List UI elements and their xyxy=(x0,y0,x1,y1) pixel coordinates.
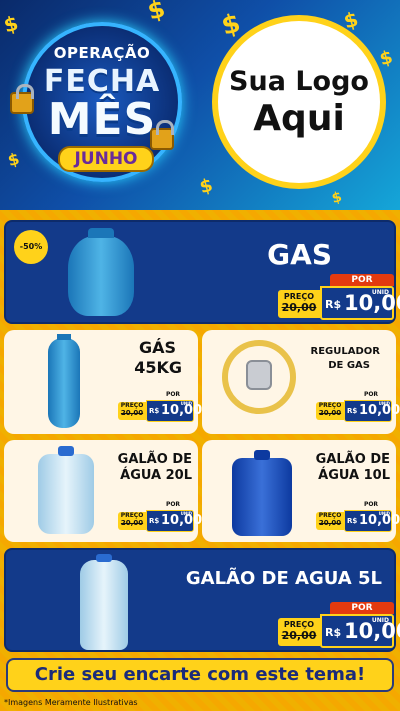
discount-badge: -50% xyxy=(14,230,48,264)
preco-label: PREÇO xyxy=(318,512,342,519)
unit-label: UNID xyxy=(180,401,192,406)
preco-label: PREÇO xyxy=(283,292,315,301)
price-new-box: R$ 10,00 UNID xyxy=(320,614,400,648)
price-new-box: R$ 10,00 UNID xyxy=(344,510,400,532)
currency-symbol: R$ xyxy=(347,407,358,415)
product-title: GAS xyxy=(267,238,332,271)
product-title-line1: GALÃO DE xyxy=(315,452,390,467)
currency-symbol: R$ xyxy=(347,517,358,525)
dollar-icon: $ xyxy=(377,46,396,71)
price-old-box: PREÇO 20,00 xyxy=(278,618,320,646)
old-price: 20,00 xyxy=(281,629,317,642)
price-old-box: PREÇO 20,00 xyxy=(316,402,344,420)
disclaimer-text: *Imagens Meramente Ilustrativas xyxy=(4,698,138,707)
unit-label: UNID xyxy=(378,511,390,516)
your-logo-placeholder: Sua Logo Aqui xyxy=(212,15,386,189)
product-card-galao-20l: GALÃO DE ÁGUA 20L POR PREÇO 20,00 R$ 10,… xyxy=(4,440,202,542)
unit-label: UNID xyxy=(371,289,389,296)
price-new-box: R$ 10,00 UNID xyxy=(146,400,202,422)
currency-symbol: R$ xyxy=(325,298,342,311)
product-title-line2: DE GAS xyxy=(328,360,370,371)
preco-label: PREÇO xyxy=(318,402,342,409)
product-card-galao-10l: GALÃO DE ÁGUA 10L POR PREÇO 20,00 R$ 10,… xyxy=(202,440,400,542)
water-jug-10l-image xyxy=(232,450,292,536)
product-title-line1: REGULADOR xyxy=(310,346,380,357)
campaign-badge: OPERAÇÃO FECHA MÊS JUNHO xyxy=(22,22,182,182)
currency-symbol: R$ xyxy=(149,407,160,415)
price-tag: POR PREÇO 20,00 R$ 10,00 UNID xyxy=(278,602,400,648)
dollar-icon: $ xyxy=(5,148,22,171)
price-new-box: R$ 10,00 UNID xyxy=(146,510,202,532)
price-old-box: PREÇO 20,00 xyxy=(118,512,146,530)
product-title: GALÃO DE AGUA 5L xyxy=(185,568,382,589)
price-old-box: PREÇO 20,00 xyxy=(316,512,344,530)
gas-45kg-cylinder-image xyxy=(48,334,80,428)
price-tag: POR PREÇO 20,00 R$ 10,00 UNID xyxy=(118,390,202,422)
product-title-line2: ÁGUA 20L xyxy=(120,468,192,483)
price-por-label: POR xyxy=(330,274,394,286)
price-por-label: POR xyxy=(165,501,181,508)
product-card-galao-5l: GALÃO DE AGUA 5L POR PREÇO 20,00 R$ 10,0… xyxy=(4,548,400,652)
cta-banner[interactable]: Crie seu encarte com este tema! xyxy=(6,658,394,692)
old-price: 20,00 xyxy=(120,519,144,527)
price-old-box: PREÇO 20,00 xyxy=(118,402,146,420)
product-card-regulador: REGULADOR DE GAS POR PREÇO 20,00 R$ 10,0… xyxy=(202,330,400,434)
price-tag: POR PREÇO 20,00 R$ 10,00 UNID xyxy=(278,274,400,320)
old-price: 20,00 xyxy=(281,301,317,314)
preco-label: PREÇO xyxy=(120,512,144,519)
price-tag: POR PREÇO 20,00 R$ 10,00 UNID xyxy=(316,390,400,422)
your-logo-line2: Aqui xyxy=(253,98,345,139)
product-title-line1: GALÃO DE xyxy=(117,452,192,467)
price-tag: POR PREÇO 20,00 R$ 10,00 UNID xyxy=(118,500,202,532)
currency-symbol: R$ xyxy=(149,517,160,525)
product-card-gas-45kg: GÁS 45KG POR PREÇO 20,00 R$ 10,00 UNID xyxy=(4,330,202,434)
header-banner: $ $ $ $ $ $ $ $ OPERAÇÃO FECHA MÊS JUNHO… xyxy=(0,0,400,210)
dollar-icon: $ xyxy=(330,189,344,207)
price-tag: POR PREÇO 20,00 R$ 10,00 UNID xyxy=(316,500,400,532)
product-title-line1: GÁS xyxy=(138,338,176,357)
preco-label: PREÇO xyxy=(283,620,315,629)
unit-label: UNID xyxy=(371,617,389,624)
old-price: 20,00 xyxy=(120,409,144,417)
product-card-gas: -50% GAS POR PREÇO 20,00 R$ 10,00 UNID xyxy=(4,220,400,324)
price-new-box: R$ 10,00 UNID xyxy=(344,400,400,422)
old-price: 20,00 xyxy=(318,409,342,417)
padlock-icon xyxy=(10,84,34,114)
gas-regulator-image xyxy=(222,340,296,414)
badge-top-text: OPERAÇÃO xyxy=(53,44,151,62)
badge-month: JUNHO xyxy=(58,146,154,172)
price-por-label: POR xyxy=(330,602,394,614)
water-jug-20l-image xyxy=(38,446,94,534)
preco-label: PREÇO xyxy=(120,402,144,409)
currency-symbol: R$ xyxy=(325,626,342,639)
old-price: 20,00 xyxy=(318,519,342,527)
padlock-icon xyxy=(150,120,174,150)
your-logo-line1: Sua Logo xyxy=(229,66,369,97)
unit-label: UNID xyxy=(180,511,192,516)
unit-label: UNID xyxy=(378,401,390,406)
product-title-line2: ÁGUA 10L xyxy=(318,468,390,483)
product-title-line2: 45KG xyxy=(134,358,182,377)
price-por-label: POR xyxy=(363,391,379,398)
price-por-label: POR xyxy=(363,501,379,508)
price-por-label: POR xyxy=(165,391,181,398)
water-bottle-5l-image xyxy=(80,554,128,650)
gas-cylinder-image xyxy=(68,228,134,316)
dollar-icon: $ xyxy=(1,10,21,38)
price-old-box: PREÇO 20,00 xyxy=(278,290,320,318)
dollar-icon: $ xyxy=(144,0,169,26)
dollar-icon: $ xyxy=(197,174,216,199)
price-new-box: R$ 10,00 UNID xyxy=(320,286,400,320)
